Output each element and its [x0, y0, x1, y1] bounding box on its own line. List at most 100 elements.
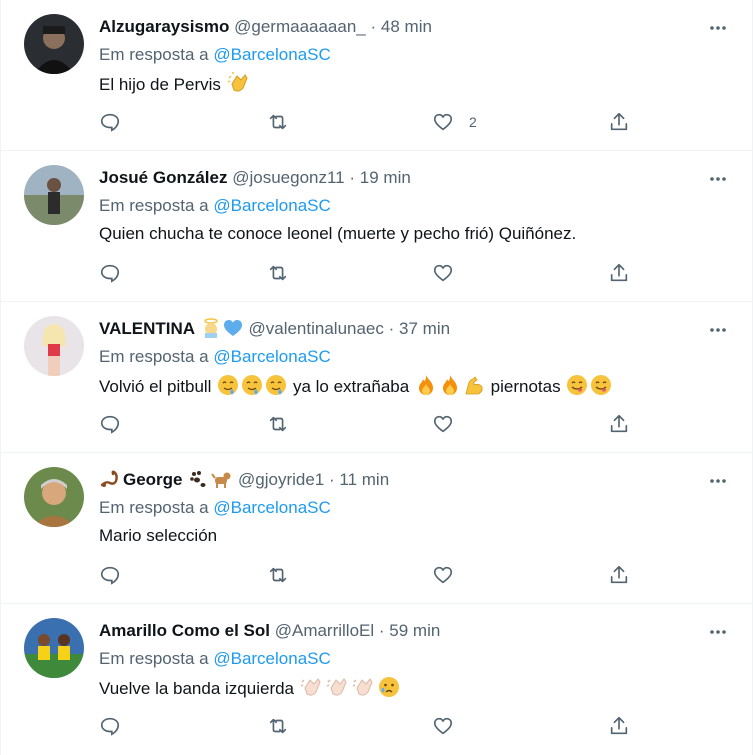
- share-button[interactable]: [608, 110, 630, 134]
- display-name[interactable]: George: [123, 470, 183, 489]
- heart-icon: [433, 717, 453, 735]
- separator: ·: [349, 168, 356, 187]
- more-options-icon[interactable]: [708, 320, 728, 340]
- tweet-text-body: Mario selección: [99, 526, 218, 545]
- angel-emoji: [201, 318, 221, 344]
- clapping-hands-emoji: [352, 676, 376, 704]
- like-button[interactable]: 2: [432, 110, 477, 134]
- tweet-header: Amarillo Como el Sol @AmarrilloEl · 59 m…: [99, 620, 440, 642]
- tweet-text: Quien chucha te conoce leonel (muerte y …: [99, 223, 576, 245]
- dog-emoji: [210, 469, 232, 495]
- more-options-icon[interactable]: [708, 622, 728, 642]
- separator: ·: [370, 17, 377, 36]
- tweet[interactable]: George @gjoyride1 · 11 min Em resposta a…: [1, 453, 752, 604]
- drooling-face-emoji: [217, 374, 239, 402]
- share-icon: [610, 112, 628, 131]
- retweet-button[interactable]: [267, 563, 289, 587]
- tweet[interactable]: Amarillo Como el Sol @AmarrilloEl · 59 m…: [1, 604, 752, 755]
- crying-face-emoji: [378, 676, 400, 704]
- retweet-button[interactable]: [267, 261, 289, 285]
- avatar[interactable]: [24, 467, 84, 527]
- tweet-text: Volvió el pitbull ya lo extrañaba pierno…: [99, 374, 613, 402]
- display-name[interactable]: VALENTINA: [99, 319, 195, 338]
- more-options-icon[interactable]: [708, 471, 728, 491]
- tweet-text: Mario selección: [99, 525, 217, 547]
- tweet[interactable]: Josué González @josuegonz11 · 19 min Em …: [1, 151, 752, 302]
- avatar[interactable]: [24, 165, 84, 225]
- drooling-face-emoji: [241, 374, 263, 402]
- reply-context: Em resposta a @BarcelonaSC: [99, 648, 331, 670]
- retweet-icon: [269, 718, 287, 734]
- timestamp[interactable]: 37 min: [399, 319, 450, 338]
- tweet[interactable]: Alzugaraysismo @germaaaaaan_ · 48 min Em…: [1, 0, 752, 151]
- tweet-text-body: El hijo de Pervis: [99, 75, 221, 94]
- reply-prefix: Em resposta a: [99, 498, 209, 517]
- tweet-header: Alzugaraysismo @germaaaaaan_ · 48 min: [99, 16, 432, 38]
- reply-button[interactable]: [99, 563, 121, 587]
- reply-icon: [100, 113, 120, 132]
- clapping-hands-emoji: [326, 676, 350, 704]
- tweet-header: George @gjoyride1 · 11 min: [99, 469, 389, 495]
- user-handle[interactable]: @valentinalunaec: [248, 319, 383, 338]
- tweet-text-body: Vuelve la banda izquierda: [99, 679, 295, 698]
- user-handle[interactable]: @germaaaaaan_: [234, 17, 366, 36]
- reply-icon: [100, 566, 120, 585]
- mention-link[interactable]: @BarcelonaSC: [213, 498, 330, 517]
- share-icon: [610, 414, 628, 433]
- tweet-header: VALENTINA @valentinalunaec · 37 min: [99, 318, 450, 344]
- display-name[interactable]: Amarillo Como el Sol: [99, 621, 270, 640]
- timestamp[interactable]: 48 min: [381, 17, 432, 36]
- clapping-hands-emoji: [227, 72, 251, 100]
- avatar[interactable]: [24, 14, 84, 74]
- display-name[interactable]: Alzugaraysismo: [99, 17, 229, 36]
- like-count: 2: [469, 114, 477, 130]
- separator: ·: [388, 319, 395, 338]
- separator: ·: [378, 621, 385, 640]
- tweet[interactable]: VALENTINA @valentinalunaec · 37 min Em r…: [1, 302, 752, 453]
- reply-button[interactable]: [99, 714, 121, 738]
- mention-link[interactable]: @BarcelonaSC: [213, 196, 330, 215]
- tweet-header: Josué González @josuegonz11 · 19 min: [99, 167, 411, 189]
- reply-button[interactable]: [99, 412, 121, 436]
- reply-context: Em resposta a @BarcelonaSC: [99, 346, 331, 368]
- user-handle[interactable]: @josuegonz11: [232, 168, 344, 187]
- tweet-text: El hijo de Pervis: [99, 72, 252, 100]
- share-button[interactable]: [608, 261, 630, 285]
- flexed-biceps-emoji: [463, 374, 485, 402]
- like-button[interactable]: [432, 563, 454, 587]
- mention-link[interactable]: @BarcelonaSC: [213, 649, 330, 668]
- timestamp[interactable]: 11 min: [339, 470, 389, 489]
- more-options-icon[interactable]: [708, 169, 728, 189]
- tweet-actions: [99, 412, 639, 436]
- face-savoring-food-emoji: [566, 374, 588, 402]
- avatar[interactable]: [24, 618, 84, 678]
- tweet-feed: Alzugaraysismo @germaaaaaan_ · 48 min Em…: [0, 0, 753, 755]
- display-name[interactable]: Josué González: [99, 168, 227, 187]
- retweet-button[interactable]: [267, 110, 289, 134]
- share-button[interactable]: [608, 563, 630, 587]
- timestamp[interactable]: 19 min: [360, 168, 411, 187]
- reply-button[interactable]: [99, 261, 121, 285]
- retweet-button[interactable]: [267, 714, 289, 738]
- more-options-icon[interactable]: [708, 18, 728, 38]
- share-button[interactable]: [608, 412, 630, 436]
- heart-icon: [433, 415, 453, 433]
- user-handle[interactable]: @gjoyride1: [238, 470, 324, 489]
- like-button[interactable]: [432, 412, 454, 436]
- retweet-icon: [269, 416, 287, 432]
- retweet-button[interactable]: [267, 412, 289, 436]
- like-button[interactable]: [432, 261, 454, 285]
- reply-prefix: Em resposta a: [99, 45, 209, 64]
- like-button[interactable]: [432, 714, 454, 738]
- mention-link[interactable]: @BarcelonaSC: [213, 45, 330, 64]
- share-button[interactable]: [608, 714, 630, 738]
- reply-prefix: Em resposta a: [99, 649, 209, 668]
- tweet-text-part: piernotas: [490, 377, 561, 396]
- tweet-text: Vuelve la banda izquierda: [99, 676, 401, 704]
- reply-button[interactable]: [99, 110, 121, 134]
- separator: ·: [328, 470, 335, 489]
- mention-link[interactable]: @BarcelonaSC: [213, 347, 330, 366]
- user-handle[interactable]: @AmarrilloEl: [275, 621, 374, 640]
- avatar[interactable]: [24, 316, 84, 376]
- timestamp[interactable]: 59 min: [389, 621, 440, 640]
